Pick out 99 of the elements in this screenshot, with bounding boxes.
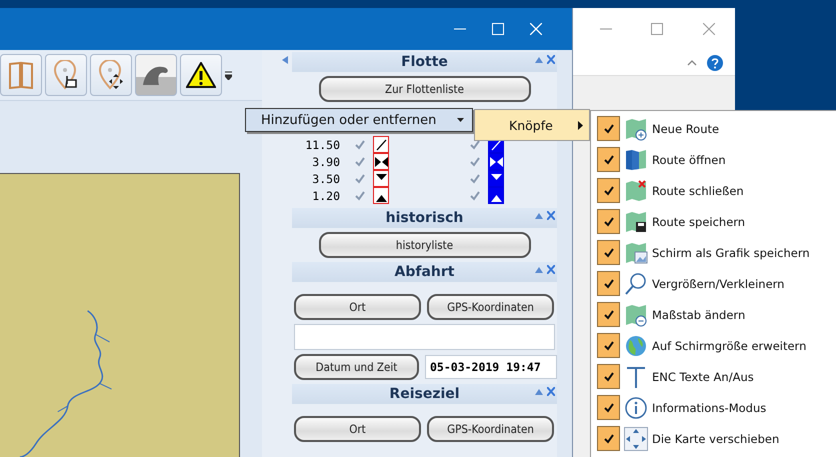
map-scale-icon bbox=[624, 302, 648, 326]
checkmark-icon bbox=[604, 216, 614, 226]
checkmark-icon bbox=[604, 402, 614, 412]
checkbox[interactable] bbox=[597, 116, 620, 141]
symbol-swatch bbox=[488, 187, 504, 204]
collapse-left-icon[interactable] bbox=[282, 56, 288, 64]
checkbox[interactable] bbox=[597, 147, 620, 172]
close-icon[interactable] bbox=[547, 55, 555, 64]
checkbox[interactable] bbox=[597, 209, 620, 234]
collapse-icon[interactable] bbox=[535, 56, 543, 62]
checkmark-icon bbox=[604, 340, 614, 350]
checkbox[interactable] bbox=[354, 190, 365, 201]
checkbox[interactable] bbox=[597, 240, 620, 265]
collapse-icon[interactable] bbox=[535, 212, 543, 218]
dropdown-icon bbox=[457, 118, 464, 122]
checkmark-icon bbox=[604, 310, 614, 320]
globe-icon bbox=[624, 334, 648, 358]
checkmark-icon bbox=[604, 278, 614, 288]
fleet-list-button[interactable]: Zur Flottenliste bbox=[318, 76, 530, 102]
search-icon bbox=[624, 272, 648, 296]
date-time-button[interactable]: Datum und Zeit bbox=[294, 354, 419, 380]
checkbox[interactable] bbox=[597, 395, 620, 420]
checkbox[interactable] bbox=[597, 178, 620, 203]
checkmark-icon bbox=[604, 434, 614, 444]
fleet-value: 3.50 bbox=[311, 172, 341, 186]
toolbar-button[interactable] bbox=[180, 54, 222, 96]
maximize-icon[interactable] bbox=[651, 23, 664, 35]
collapse-icon[interactable] bbox=[535, 388, 543, 394]
section-header[interactable]: Reiseziel bbox=[292, 384, 557, 404]
section-header[interactable]: Abfahrt bbox=[292, 262, 557, 282]
map-save-icon bbox=[624, 210, 648, 234]
checkbox[interactable] bbox=[354, 139, 365, 150]
checkbox[interactable] bbox=[597, 333, 620, 358]
gps-button[interactable]: GPS-Koordinaten bbox=[427, 294, 554, 320]
fleet-value: 1.20 bbox=[311, 188, 341, 202]
warning-icon bbox=[186, 62, 216, 88]
checkbox[interactable] bbox=[597, 426, 620, 451]
gps-button[interactable]: GPS-Koordinaten bbox=[427, 416, 554, 442]
collapse-icon[interactable] bbox=[535, 266, 543, 272]
symbol-swatch bbox=[488, 153, 504, 170]
close-icon[interactable] bbox=[703, 23, 716, 35]
menu-item[interactable]: Route speichern bbox=[591, 206, 836, 237]
info-icon bbox=[624, 396, 648, 420]
checkbox[interactable] bbox=[469, 190, 480, 201]
menu-item[interactable]: Route öffnen bbox=[591, 144, 836, 175]
help-icon[interactable] bbox=[707, 54, 723, 70]
map-close-icon bbox=[624, 178, 648, 202]
map-open-icon bbox=[624, 148, 648, 172]
checkbox[interactable] bbox=[597, 302, 620, 327]
checkbox[interactable] bbox=[469, 173, 480, 184]
map-add-icon bbox=[624, 116, 648, 140]
section-header[interactable]: Flotte bbox=[292, 52, 557, 72]
date-time-field[interactable]: 05-03-2019 19:47 bbox=[425, 355, 557, 379]
checkmark-icon bbox=[604, 124, 614, 134]
checkbox[interactable] bbox=[354, 173, 365, 184]
symbol-swatch bbox=[373, 187, 389, 204]
place-button[interactable]: Ort bbox=[294, 416, 421, 442]
menu-item[interactable]: Informations-Modus bbox=[591, 392, 836, 423]
overflow-icon[interactable] bbox=[225, 70, 232, 80]
menu-item[interactable]: Route schließen bbox=[591, 175, 836, 206]
pin-move-icon bbox=[97, 60, 125, 90]
symbol-swatch bbox=[373, 170, 389, 187]
toolbar-button[interactable] bbox=[45, 54, 87, 96]
section-header[interactable]: historisch bbox=[292, 208, 557, 228]
menu-item[interactable]: Maßstab ändern bbox=[591, 299, 836, 330]
place-button[interactable]: Ort bbox=[294, 294, 421, 320]
add-remove-menu-item[interactable]: Hinzufügen oder entfernen bbox=[245, 108, 473, 132]
close-icon[interactable] bbox=[547, 211, 555, 220]
map-image-icon bbox=[624, 240, 648, 264]
menu-item[interactable]: Die Karte verschieben bbox=[591, 423, 836, 454]
menu-item[interactable]: ENC Texte An/Aus bbox=[591, 361, 836, 392]
fleet-value: 11.50 bbox=[304, 138, 341, 152]
symbol-swatch bbox=[488, 170, 504, 187]
checkbox[interactable] bbox=[597, 271, 620, 296]
menu-item[interactable]: Vergrößern/Verkleinern bbox=[591, 268, 836, 299]
symbol-swatch bbox=[373, 136, 389, 153]
location-field[interactable] bbox=[294, 324, 555, 350]
checkmark-icon bbox=[604, 372, 614, 382]
text-icon bbox=[624, 364, 648, 388]
buttons-menu-item[interactable]: Knöpfe bbox=[474, 109, 590, 141]
menu-item[interactable]: Neue Route bbox=[591, 113, 836, 144]
chevron-up-icon[interactable] bbox=[687, 60, 697, 66]
checkbox[interactable] bbox=[469, 139, 480, 150]
close-icon[interactable] bbox=[547, 265, 555, 274]
fleet-value: 3.90 bbox=[311, 154, 341, 168]
checkbox[interactable] bbox=[469, 156, 480, 167]
history-list-button[interactable]: historyliste bbox=[318, 232, 530, 258]
menu-item[interactable]: Schirm als Grafik speichern bbox=[591, 237, 836, 268]
checkbox[interactable] bbox=[354, 156, 365, 167]
symbol-swatch bbox=[373, 153, 389, 170]
move-icon bbox=[624, 426, 648, 450]
checkbox[interactable] bbox=[597, 364, 620, 389]
close-icon[interactable] bbox=[547, 387, 555, 396]
menu-item[interactable]: Auf Schirmgröße erweitern bbox=[591, 330, 836, 361]
checkmark-icon bbox=[604, 154, 614, 164]
checkmark-icon bbox=[604, 248, 614, 258]
submenu-arrow-icon bbox=[578, 120, 583, 130]
book-icon bbox=[8, 61, 34, 89]
checkmark-icon bbox=[604, 186, 614, 196]
